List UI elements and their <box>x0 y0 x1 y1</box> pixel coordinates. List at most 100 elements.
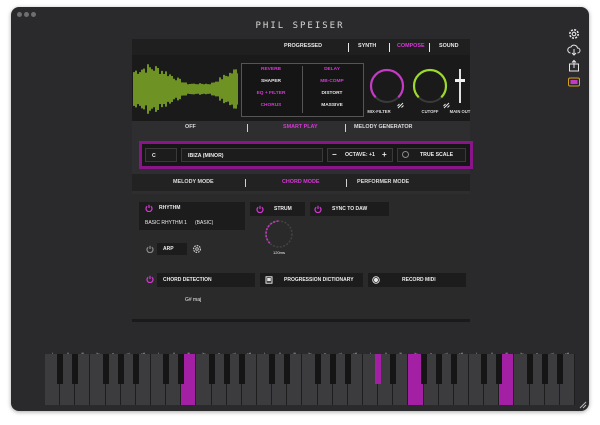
key-select[interactable]: C <box>145 148 177 162</box>
waveform-display <box>133 64 238 114</box>
fx-eq-filter[interactable]: EQ + FILTER <box>242 91 300 96</box>
piano-black-key[interactable] <box>450 354 457 384</box>
fx-grid: REVERB SHAPER EQ + FILTER CHORUS DELAY M… <box>241 63 364 117</box>
rhythm-value: BASIC RHYTHM 1 <box>145 220 187 226</box>
piano-black-key[interactable] <box>526 354 533 384</box>
fx-mb-comp[interactable]: MB-COMP <box>303 79 361 84</box>
record-label: RECORD MIDI <box>402 277 436 283</box>
main-out-slider-handle[interactable] <box>455 79 465 82</box>
power-icon[interactable] <box>314 205 322 213</box>
sync-label: SYNC TO DAW <box>332 206 368 212</box>
record-icon <box>372 276 380 284</box>
octave-control: − OCTAVE: +1 + <box>327 148 393 162</box>
piano-black-key[interactable] <box>375 354 382 384</box>
octave-increase-button[interactable]: + <box>382 150 387 159</box>
midi-controller-icon[interactable] <box>567 75 581 89</box>
power-icon[interactable] <box>146 245 154 253</box>
nav-divider <box>389 43 390 52</box>
piano-black-key[interactable] <box>420 354 427 384</box>
tab-smart-play[interactable]: SMART PLAY <box>283 124 318 130</box>
piano-black-key[interactable] <box>329 354 336 384</box>
fx-distort[interactable]: DISTORT <box>303 91 361 96</box>
sync-to-daw-button[interactable]: SYNC TO DAW <box>310 202 389 216</box>
record-midi-button[interactable]: RECORD MIDI <box>368 273 466 287</box>
book-icon <box>265 276 273 284</box>
piano-black-key[interactable] <box>238 354 245 384</box>
piano-black-key[interactable] <box>496 354 503 384</box>
progression-dictionary-button[interactable]: PROGRESSION DICTIONARY <box>260 273 363 287</box>
tab-performer-mode[interactable]: PERFORMER MODE <box>357 179 409 185</box>
close-window-button[interactable] <box>17 12 22 17</box>
nav-progressed[interactable]: PROGRESSED <box>284 43 322 49</box>
scale-settings-bar: C IBIZA (MINOR) − OCTAVE: +1 + TRUE SCAL… <box>139 141 473 169</box>
chord-detection-button[interactable]: CHORD DETECTION <box>157 273 255 287</box>
piano-black-key[interactable] <box>208 354 215 384</box>
fx-reverb[interactable]: REVERB <box>242 67 300 72</box>
main-out-slider[interactable] <box>459 69 461 103</box>
app-logo: PHIL SPEISER <box>255 21 345 31</box>
piano-black-key[interactable] <box>117 354 124 384</box>
top-nav: PROGRESSED SYNTH COMPOSE SOUND <box>132 39 470 55</box>
piano-black-key[interactable] <box>72 354 79 384</box>
piano-black-key[interactable] <box>223 354 230 384</box>
octave-value: OCTAVE: +1 <box>345 152 375 158</box>
piano-black-key[interactable] <box>390 354 397 384</box>
chord-detection-label: CHORD DETECTION <box>163 277 212 283</box>
tab-divider <box>345 124 346 132</box>
strum-time-value: 120ms <box>273 250 286 255</box>
power-icon[interactable] <box>145 204 153 212</box>
fx-shaper[interactable]: SHAPER <box>242 79 300 84</box>
piano-black-key[interactable] <box>314 354 321 384</box>
rhythm-sub: (BASIC) <box>195 220 214 226</box>
octave-decrease-button[interactable]: − <box>332 150 337 159</box>
piano-black-key[interactable] <box>344 354 351 384</box>
fx-chorus[interactable]: CHORUS <box>242 103 300 108</box>
strum-label: STRUM <box>274 206 292 212</box>
mix-filter-label: MIX-FILTER <box>367 109 391 114</box>
cutoff-knob[interactable] <box>411 67 449 105</box>
arp-button[interactable]: ARP <box>157 243 187 255</box>
minimize-window-button[interactable] <box>24 12 29 17</box>
piano-black-key[interactable] <box>102 354 109 384</box>
mix-filter-knob[interactable] <box>368 67 406 105</box>
nav-divider <box>348 43 349 52</box>
strum-time-knob[interactable] <box>263 218 295 250</box>
power-icon[interactable] <box>256 205 264 213</box>
strum-button[interactable]: STRUM <box>250 202 305 216</box>
rhythm-card[interactable]: RHYTHM BASIC RHYTHM 1 (BASIC) <box>139 202 245 230</box>
piano-keyboard[interactable] <box>45 354 575 405</box>
gear-icon[interactable] <box>567 27 581 41</box>
tab-melody-generator[interactable]: MELODY GENERATOR <box>354 124 412 130</box>
main-out-label: MAIN OUT <box>449 109 471 114</box>
fx-massive[interactable]: MASSIVE <box>303 103 361 108</box>
piano-black-key[interactable] <box>481 354 488 384</box>
progression-label: PROGRESSION DICTIONARY <box>284 277 354 283</box>
piano-black-key[interactable] <box>435 354 442 384</box>
nav-sound[interactable]: SOUND <box>439 43 458 49</box>
cutoff-label: CUTOFF <box>421 109 439 114</box>
tab-chord-mode[interactable]: CHORD MODE <box>282 179 319 185</box>
scale-select[interactable]: IBIZA (MINOR) <box>181 148 323 162</box>
detected-chord: G# maj <box>185 297 202 303</box>
cloud-download-icon[interactable] <box>567 43 581 57</box>
tab-off[interactable]: OFF <box>185 124 196 130</box>
gear-icon[interactable] <box>192 244 202 254</box>
true-scale-toggle[interactable]: TRUE SCALE <box>397 148 466 162</box>
power-icon[interactable] <box>146 275 154 283</box>
piano-black-key[interactable] <box>269 354 276 384</box>
link-icon[interactable] <box>396 101 405 110</box>
piano-black-key[interactable] <box>178 354 185 384</box>
piano-black-key[interactable] <box>132 354 139 384</box>
piano-black-key[interactable] <box>163 354 170 384</box>
piano-black-key[interactable] <box>284 354 291 384</box>
nav-compose[interactable]: COMPOSE <box>397 43 425 49</box>
piano-black-key[interactable] <box>57 354 64 384</box>
nav-synth[interactable]: SYNTH <box>358 43 376 49</box>
piano-black-key[interactable] <box>541 354 548 384</box>
piano-black-key[interactable] <box>556 354 563 384</box>
share-icon[interactable] <box>567 59 581 73</box>
fx-delay[interactable]: DELAY <box>303 67 361 72</box>
tab-melody-mode[interactable]: MELODY MODE <box>173 179 214 185</box>
zoom-window-button[interactable] <box>31 12 36 17</box>
resize-grip-icon[interactable] <box>578 400 587 409</box>
